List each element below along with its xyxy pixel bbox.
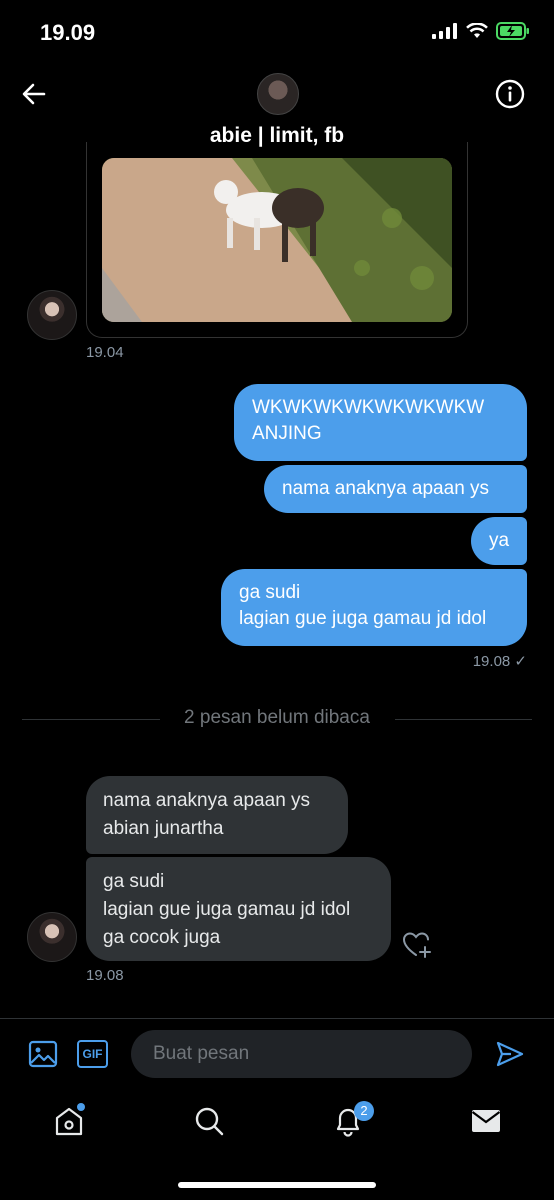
battery-charging-icon [496,22,529,40]
message-line: nama anaknya apaan ys [103,790,311,811]
tab-search[interactable] [193,1105,225,1137]
send-button[interactable] [495,1039,525,1069]
react-button[interactable] [402,930,434,960]
image-icon [28,1040,58,1068]
status-time: 19.09 [40,20,96,45]
message-line: lagian gue juga gamau jd idol [103,899,351,920]
unread-divider: 2 pesan belum dibaca [184,707,370,728]
send-icon [496,1041,524,1067]
back-button[interactable] [18,78,50,110]
info-icon [495,79,525,109]
message-line: ya [488,530,510,551]
status-icons [432,22,530,40]
wifi-icon [466,23,488,38]
sender-avatar[interactable] [27,912,77,962]
composer-divider [0,1018,554,1019]
sent-timestamp: 19.08 ✓ [472,653,527,670]
message-line: WKWKWKWKWKWKWKW [252,397,485,418]
sent-message[interactable]: WKWKWKWKWKWKWKW ANJING [234,384,527,461]
add-photo-button[interactable] [28,1039,58,1069]
gif-button[interactable]: GIF [77,1040,108,1068]
message-line: ga sudi [239,582,301,603]
message-line: abian junartha [103,818,224,839]
message-line: ga cocok juga [103,927,221,948]
sent-message[interactable]: nama anaknya apaan ys [264,465,527,513]
gif-label: GIF [82,1047,103,1061]
received-message[interactable]: nama anaknya apaan ys abian junartha [86,776,348,854]
message-timestamp: 19.04 [86,344,124,361]
received-timestamp: 19.08 [86,967,124,984]
arrow-left-icon [22,83,46,105]
message-line: ANJING [252,423,322,444]
message-line: nama anaknya apaan ys [282,478,490,499]
cellular-signal-icon [432,23,457,39]
sender-avatar[interactable] [27,290,77,340]
message-input[interactable] [131,1030,472,1078]
divider-line [395,719,532,720]
home-notification-dot [77,1103,85,1111]
header-avatar[interactable] [257,73,299,115]
notification-badge: 2 [354,1101,374,1121]
sent-message[interactable]: ga sudi lagian gue juga gamau jd idol [221,569,527,646]
tab-messages[interactable] [470,1108,502,1134]
heart-plus-icon [402,932,431,958]
sent-message[interactable]: ya [471,517,527,565]
message-line: ga sudi [103,871,165,892]
message-line: lagian gue juga gamau jd idol [239,608,487,629]
shared-photo[interactable] [102,158,452,322]
search-icon [195,1107,224,1136]
home-indicator [178,1182,376,1188]
info-button[interactable] [494,78,526,110]
received-message[interactable]: ga sudi lagian gue juga gamau jd idol ga… [86,857,391,961]
envelope-icon [471,1110,501,1132]
